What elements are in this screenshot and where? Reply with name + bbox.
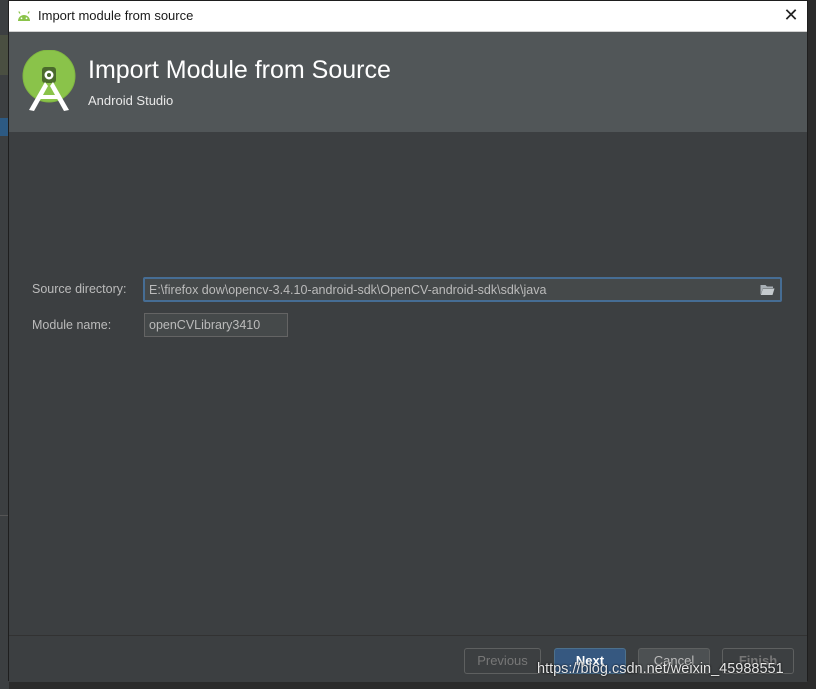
previous-button[interactable]: Previous [464, 648, 541, 674]
wizard-title: Import Module from Source [88, 56, 391, 84]
folder-open-icon[interactable] [760, 283, 775, 296]
source-directory-input[interactable] [149, 281, 749, 299]
module-name-field[interactable] [144, 313, 288, 337]
window-title: Import module from source [38, 8, 194, 23]
title-bar: Import module from source ✕ [9, 1, 807, 32]
module-name-input[interactable] [149, 317, 283, 333]
source-directory-label: Source directory: [32, 282, 127, 296]
module-name-label: Module name: [32, 318, 112, 332]
watermark-text: https://blog.csdn.net/weixin_45988551 [537, 661, 784, 677]
android-studio-logo [22, 50, 76, 111]
import-module-dialog: Import module from source ✕ Import Modul… [8, 0, 808, 682]
wizard-subtitle: Android Studio [88, 93, 174, 108]
wizard-content: Source directory: Module name: [9, 132, 807, 635]
android-icon [18, 11, 30, 21]
source-directory-field[interactable] [143, 277, 782, 302]
wizard-header: Import Module from Source Android Studio [9, 32, 807, 132]
close-icon: ✕ [783, 5, 799, 26]
close-button[interactable]: ✕ [779, 4, 803, 28]
